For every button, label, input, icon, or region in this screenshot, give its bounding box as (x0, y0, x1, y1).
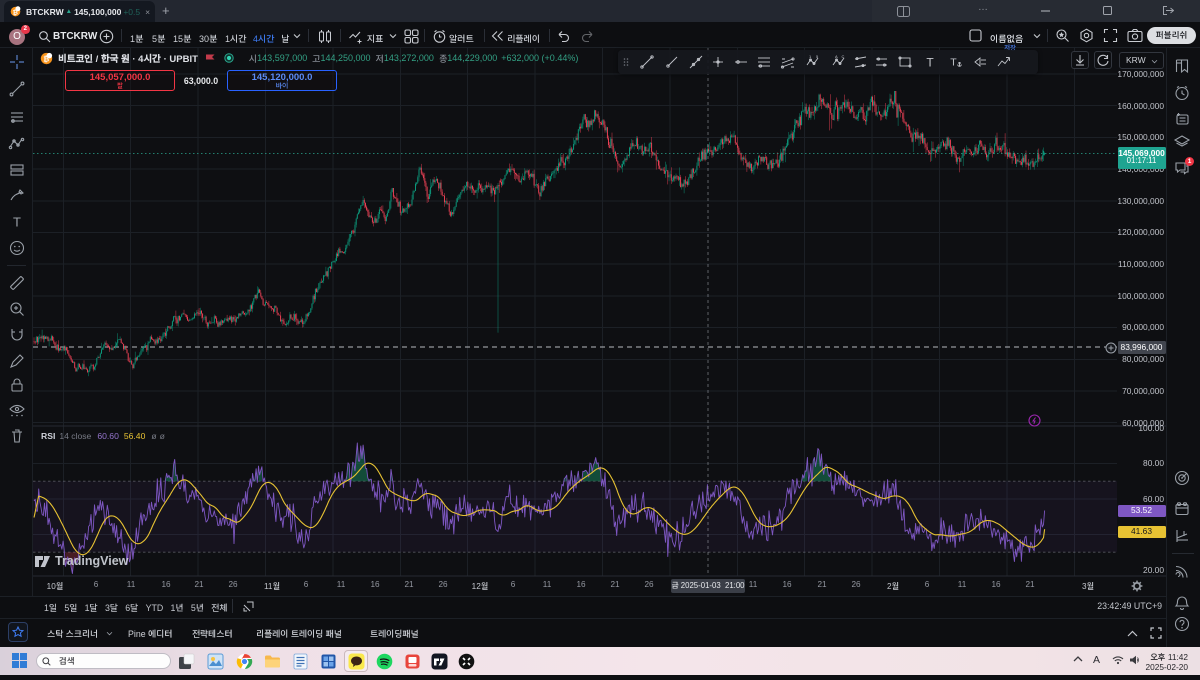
svg-text:₿: ₿ (43, 54, 49, 63)
svg-text:1: 1 (809, 54, 812, 59)
svg-text:T: T (950, 57, 957, 69)
svg-text:T: T (13, 215, 21, 230)
svg-text:T: T (926, 56, 934, 70)
svg-text:C: C (842, 54, 845, 59)
svg-text:A: A (835, 54, 838, 59)
svg-text:₿: ₿ (13, 8, 19, 16)
svg-text:5: 5 (816, 54, 819, 59)
